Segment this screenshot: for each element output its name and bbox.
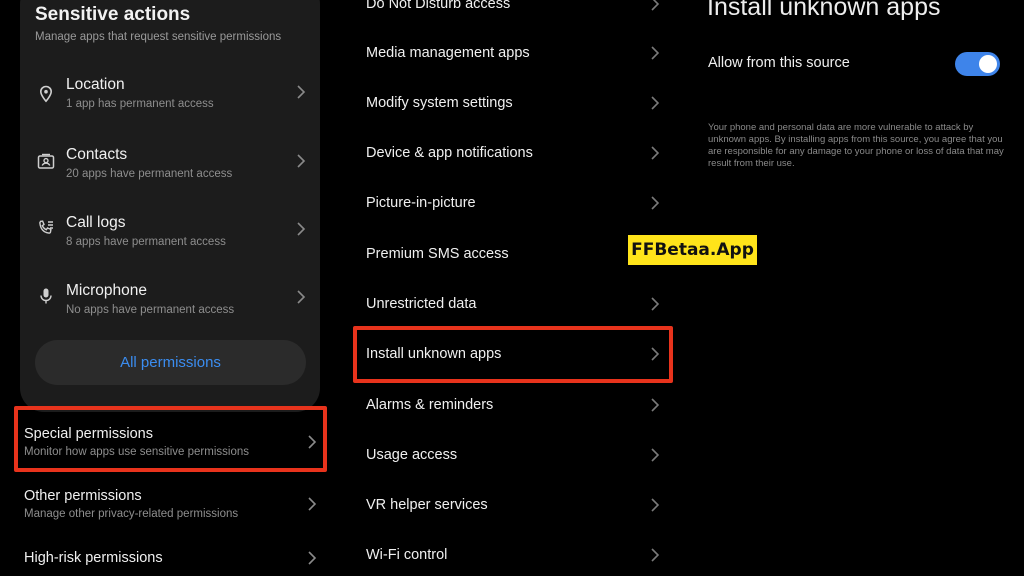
chevron-right-icon <box>296 153 306 169</box>
high-risk-permissions-title: High-risk permissions <box>24 550 163 566</box>
permission-item-call-logs[interactable]: Call logs 8 apps have permanent access <box>20 212 320 272</box>
list-item-device-app-notifications[interactable]: Device & app notifications <box>352 144 682 194</box>
chevron-right-icon <box>650 397 660 413</box>
list-item-vr-helper-services[interactable]: VR helper services <box>352 496 682 546</box>
highlight-box-special-permissions <box>14 406 327 472</box>
chevron-right-icon <box>296 289 306 305</box>
sensitive-actions-subtitle: Manage apps that request sensitive permi… <box>35 31 282 43</box>
chevron-right-icon <box>307 496 317 512</box>
permission-title: Call logs <box>66 214 126 231</box>
list-item-label: Modify system settings <box>366 95 513 111</box>
list-item-modify-system-settings[interactable]: Modify system settings <box>352 94 682 144</box>
list-item-label: Usage access <box>366 447 458 463</box>
contact-card-icon <box>36 152 56 172</box>
chevron-right-icon <box>650 95 660 111</box>
list-item-label: Unrestricted data <box>366 296 477 312</box>
allow-from-source-toggle[interactable] <box>955 52 1000 76</box>
left-panel: Sensitive actions Manage apps that reque… <box>0 0 340 576</box>
other-permissions-item[interactable]: Other permissions Manage other privacy-r… <box>0 478 340 534</box>
list-item-label: VR helper services <box>366 497 488 513</box>
other-permissions-subtitle: Manage other privacy-related permissions <box>24 508 239 520</box>
permission-item-microphone[interactable]: Microphone No apps have permanent access <box>20 280 320 340</box>
chevron-right-icon <box>296 221 306 237</box>
all-permissions-button[interactable]: All permissions <box>35 340 306 385</box>
permission-subtitle: 8 apps have permanent access <box>66 236 226 248</box>
permission-subtitle: No apps have permanent access <box>66 304 235 316</box>
chevron-right-icon <box>650 447 660 463</box>
list-item-label: Premium SMS access <box>366 246 509 262</box>
location-pin-icon <box>36 84 56 104</box>
list-item-label: Alarms & reminders <box>366 397 494 413</box>
chevron-right-icon <box>650 497 660 513</box>
page-title: Install unknown apps <box>707 0 941 21</box>
permission-subtitle: 1 app has permanent access <box>66 98 214 110</box>
other-permissions-title: Other permissions <box>24 488 142 504</box>
chevron-right-icon <box>650 0 660 12</box>
call-log-icon <box>36 218 56 238</box>
toggle-knob <box>979 55 997 73</box>
chevron-right-icon <box>650 145 660 161</box>
list-item-label: Device & app notifications <box>366 145 533 161</box>
list-item-usage-access[interactable]: Usage access <box>352 446 682 496</box>
permission-subtitle: 20 apps have permanent access <box>66 168 233 180</box>
permission-item-contacts[interactable]: Contacts 20 apps have permanent access <box>20 144 320 204</box>
chevron-right-icon <box>650 296 660 312</box>
high-risk-permissions-item[interactable]: High-risk permissions <box>0 540 340 576</box>
chevron-right-icon <box>650 45 660 61</box>
chevron-right-icon <box>296 84 306 100</box>
sensitive-actions-title: Sensitive actions <box>35 4 191 25</box>
list-item-do-not-disturb[interactable]: Do Not Disturb access <box>352 0 682 45</box>
list-item-wifi-control[interactable]: Wi-Fi control <box>352 546 682 576</box>
list-item-label: Wi-Fi control <box>366 547 448 563</box>
chevron-right-icon <box>650 547 660 563</box>
chevron-right-icon <box>650 195 660 211</box>
permission-title: Contacts <box>66 146 128 163</box>
list-item-label: Picture-in-picture <box>366 195 476 211</box>
list-item-media-management[interactable]: Media management apps <box>352 44 682 94</box>
list-item-label: Do Not Disturb access <box>366 0 511 12</box>
permission-title: Microphone <box>66 282 147 299</box>
microphone-icon <box>36 286 56 306</box>
permission-title: Location <box>66 76 125 93</box>
chevron-right-icon <box>307 550 317 566</box>
watermark-label: FFBetaa.App <box>628 235 757 265</box>
list-item-label: Media management apps <box>366 45 530 61</box>
permission-item-location[interactable]: Location 1 app has permanent access <box>20 74 320 134</box>
list-item-alarms-reminders[interactable]: Alarms & reminders <box>352 396 682 446</box>
highlight-box-install-unknown-apps <box>353 326 673 383</box>
security-warning-text: Your phone and personal data are more vu… <box>708 122 1004 169</box>
allow-from-source-label: Allow from this source <box>708 55 850 71</box>
